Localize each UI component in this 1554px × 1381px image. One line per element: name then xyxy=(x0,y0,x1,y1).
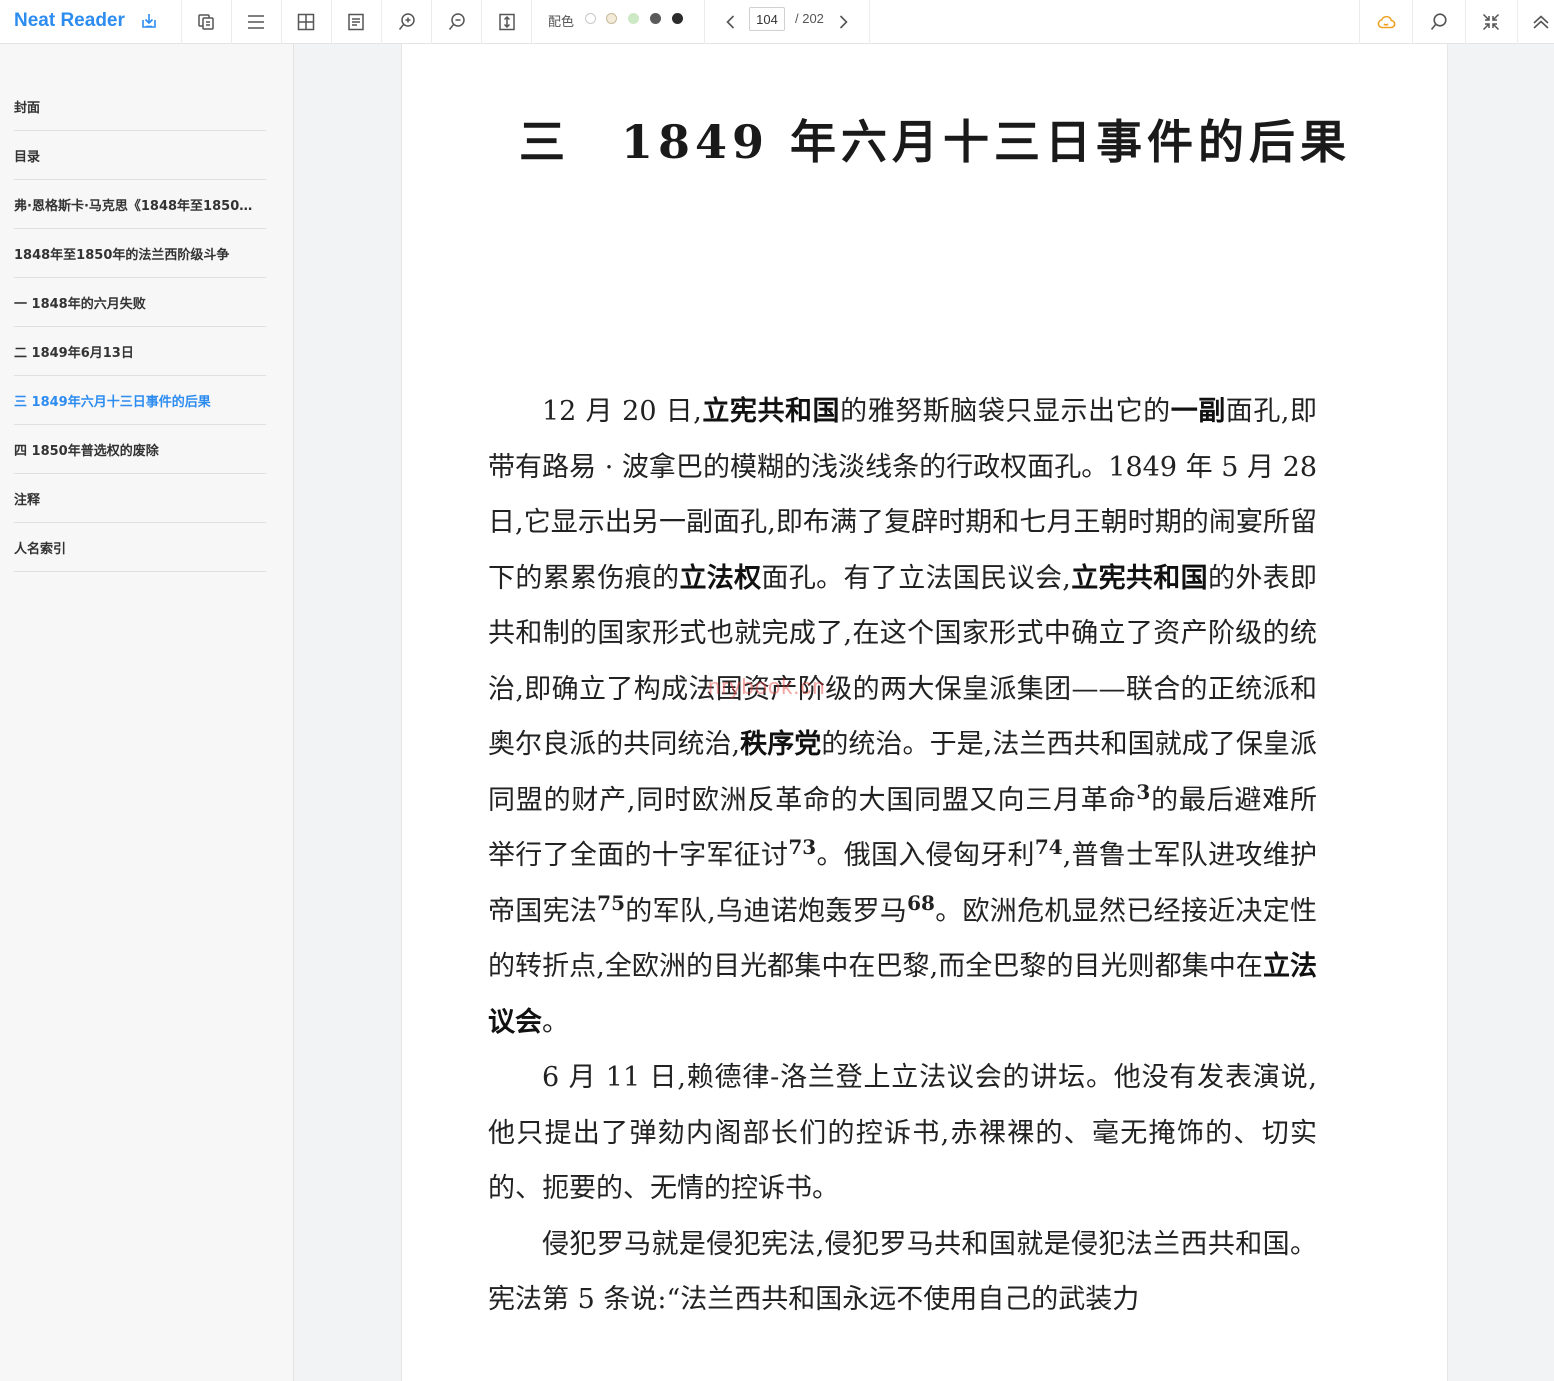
toc-item-chapter-1[interactable]: 一 1848年的六月失败 xyxy=(14,278,266,327)
toc-item-chapter-2[interactable]: 二 1849年6月13日 xyxy=(14,327,266,376)
toc-item-label: 弗·恩格斯卡·马克思《1848年至1850… xyxy=(14,198,253,214)
footnote-ref: 74 xyxy=(1034,835,1063,859)
toc-item-notes[interactable]: 注释 xyxy=(14,474,266,523)
collapse-button[interactable] xyxy=(1476,7,1506,37)
text-run: 侵犯罗马就是侵犯宪法,侵犯罗马共和国就是侵犯法兰西共和国。宪法第 5 条说:“法… xyxy=(488,1228,1317,1316)
table-of-contents-sidebar: 封面 目录 弗·恩格斯卡·马克思《1848年至1850… 1848年至1850年… xyxy=(0,44,294,1381)
book-page: 三 1849 年六月十三日事件的后果 12 月 20 日,立宪共和国的雅努斯脑袋… xyxy=(401,44,1448,1381)
toolbar-divider xyxy=(481,0,482,44)
copy-icon xyxy=(198,14,214,30)
toolbar-divider xyxy=(1465,0,1466,44)
color-swatch-dark[interactable] xyxy=(672,13,683,24)
brand: Neat Reader xyxy=(14,8,159,34)
next-page-button[interactable] xyxy=(828,7,858,37)
fit-height-icon xyxy=(499,13,515,31)
text-run: 。 xyxy=(542,1006,569,1038)
chapter-title: 三 1849 年六月十三日事件的后果 xyxy=(519,115,1352,169)
toolbar-divider xyxy=(181,0,182,44)
toolbar-divider xyxy=(381,0,382,44)
color-swatch-gray[interactable] xyxy=(650,13,661,24)
color-swatch-white[interactable] xyxy=(585,13,596,24)
toc-item-chapter-3[interactable]: 三 1849年六月十三日事件的后果 xyxy=(14,376,266,425)
toolbar-divider xyxy=(869,0,870,44)
download-icon[interactable] xyxy=(139,11,159,31)
previous-page-button[interactable] xyxy=(716,7,746,37)
footnote-ref: 73 xyxy=(788,835,817,859)
footnote-ref: 68 xyxy=(907,890,935,915)
zoom-out-button[interactable] xyxy=(442,7,472,37)
toc-item-class-struggles[interactable]: 1848年至1850年的法兰西阶级斗争 xyxy=(14,229,266,278)
grid-icon xyxy=(297,13,315,31)
menu-icon xyxy=(248,15,264,29)
toolbar-divider xyxy=(281,0,282,44)
text-run: 面孔。有了立法国民议会, xyxy=(761,562,1071,594)
bold-run: 立宪共和国 xyxy=(1070,562,1208,594)
toc-item-chapter-4[interactable]: 四 1850年普选权的废除 xyxy=(14,425,266,474)
cloud-icon xyxy=(1377,15,1396,29)
page-total: / 202 xyxy=(795,11,824,26)
zoom-in-icon xyxy=(398,13,415,30)
toolbar-divider xyxy=(331,0,332,44)
bold-run: 立法权 xyxy=(679,562,762,594)
chevron-up-icon xyxy=(1533,15,1549,29)
notes-button[interactable] xyxy=(341,7,371,37)
toc-item-contents[interactable]: 目录 xyxy=(14,131,266,180)
paragraph: 6 月 11 日,赖德律-洛兰登上立法议会的讲坛。他没有发表演说,他只提出了弹劾… xyxy=(488,1050,1317,1217)
collapse-icon xyxy=(1482,13,1500,31)
paragraph: 侵犯罗马就是侵犯宪法,侵犯罗马共和国就是侵犯法兰西共和国。宪法第 5 条说:“法… xyxy=(488,1217,1317,1328)
toc-item-label: 二 1849年6月13日 xyxy=(14,345,134,361)
toc-item-label: 四 1850年普选权的废除 xyxy=(14,443,159,459)
chevron-left-icon xyxy=(726,15,735,29)
toc-item-label: 注释 xyxy=(14,492,41,508)
text-run: 的雅努斯脑袋只显示出它的 xyxy=(840,396,1171,427)
toc-item-label: 一 1848年的六月失败 xyxy=(14,296,146,312)
toolbar-divider xyxy=(431,0,432,44)
toolbar-divider xyxy=(231,0,232,44)
page-number-input[interactable] xyxy=(749,7,785,31)
color-swatch-green[interactable] xyxy=(628,13,639,24)
footnote-ref: 75 xyxy=(597,890,626,915)
toc-item-label: 人名索引 xyxy=(14,541,67,557)
copy-button[interactable] xyxy=(191,7,221,37)
toc-item-label: 封面 xyxy=(14,100,41,116)
top-toolbar: Neat Reader 配色 / 202 xyxy=(0,0,1554,44)
fit-height-button[interactable] xyxy=(492,7,522,37)
search-icon xyxy=(1430,13,1447,31)
search-button[interactable] xyxy=(1424,7,1454,37)
text-run: 12 月 20 日, xyxy=(542,396,702,427)
chevron-right-icon xyxy=(839,15,848,29)
toc-item-label: 1848年至1850年的法兰西阶级斗争 xyxy=(14,247,230,263)
toc-item-label: 三 1849年六月十三日事件的后果 xyxy=(14,394,211,410)
toc-item-name-index[interactable]: 人名索引 xyxy=(14,523,266,572)
toolbar-divider xyxy=(704,0,705,44)
toc-item-cover[interactable]: 封面 xyxy=(14,82,266,131)
toolbar-divider xyxy=(1412,0,1413,44)
toc-item-label: 目录 xyxy=(14,149,41,165)
toolbar-divider xyxy=(1359,0,1360,44)
bold-run: 一副 xyxy=(1170,396,1226,427)
text-run: 的军队,乌迪诺炮轰罗马 xyxy=(625,895,908,927)
cloud-sync-button[interactable] xyxy=(1371,7,1401,37)
grid-button[interactable] xyxy=(291,7,321,37)
text-run: 6 月 11 日,赖德律-洛兰登上立法议会的讲坛。他没有发表演说,他只提出了弹劾… xyxy=(488,1062,1317,1204)
paragraph: 12 月 20 日,立宪共和国的雅努斯脑袋只显示出它的一副面孔,即带有路易 · … xyxy=(488,384,1317,1050)
toc-list: 封面 目录 弗·恩格斯卡·马克思《1848年至1850… 1848年至1850年… xyxy=(14,82,266,572)
color-swatch-sepia[interactable] xyxy=(606,13,617,24)
zoom-out-icon xyxy=(448,13,465,30)
watermark-text: nrybook.cn xyxy=(708,674,826,699)
bold-run: 立宪共和国 xyxy=(701,396,841,427)
color-scheme-label: 配色 xyxy=(548,15,575,30)
notes-icon xyxy=(348,13,364,31)
zoom-in-button[interactable] xyxy=(392,7,422,37)
text-run: 。俄国入侵匈牙利 xyxy=(816,840,1035,871)
page-body-text: 12 月 20 日,立宪共和国的雅努斯脑袋只显示出它的一副面孔,即带有路易 · … xyxy=(488,384,1317,1328)
footnote-ref: 3 xyxy=(1136,779,1151,804)
menu-button[interactable] xyxy=(241,7,271,37)
toolbar-divider xyxy=(531,0,532,44)
toc-item-preface[interactable]: 弗·恩格斯卡·马克思《1848年至1850… xyxy=(14,180,266,229)
scroll-top-button[interactable] xyxy=(1526,7,1554,37)
app-name: Neat Reader xyxy=(14,10,125,31)
bold-run: 秩序党 xyxy=(740,729,822,760)
toolbar-divider xyxy=(1517,0,1518,44)
